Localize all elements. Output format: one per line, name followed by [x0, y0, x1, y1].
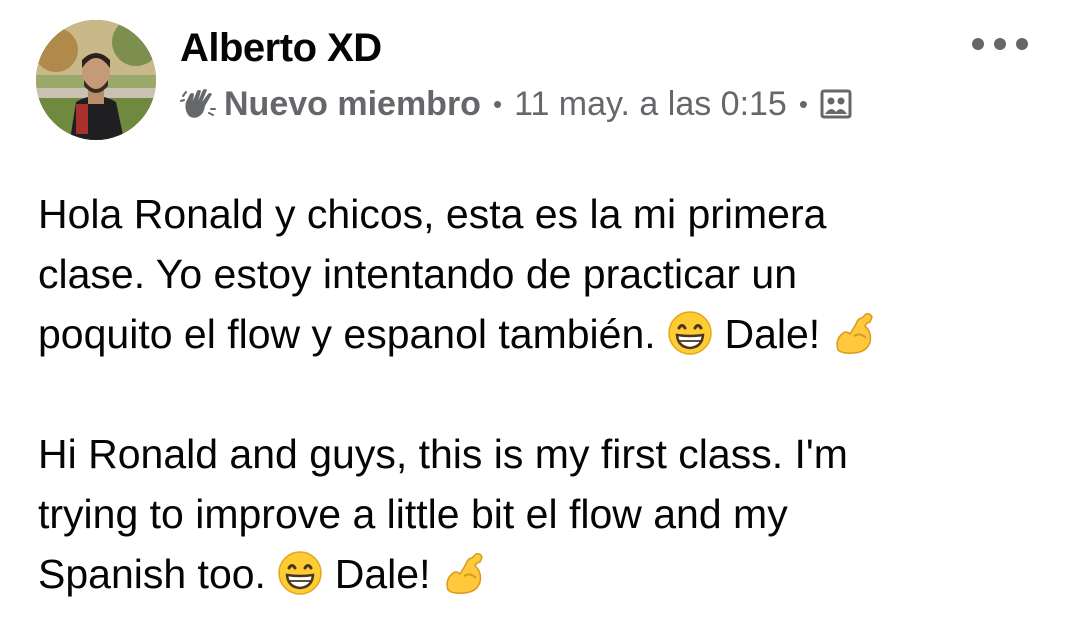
- post-timestamp[interactable]: 11 may. a las 0:15: [514, 85, 787, 124]
- avatar-photo: [36, 20, 156, 140]
- post-body: Hola Ronald y chicos, esta es la mi prim…: [38, 184, 1048, 604]
- meta-separator: •: [798, 88, 808, 119]
- post-line-text: Dale!: [334, 551, 431, 597]
- member-badge[interactable]: Nuevo miembro: [224, 85, 481, 124]
- post-line-text: Spanish too.: [38, 551, 266, 597]
- flexed-biceps-emoji: [442, 550, 488, 596]
- grinning-face-emoji: [277, 550, 323, 596]
- post-line: poquito el flow y espanol también. Dale!: [38, 304, 1048, 364]
- post-line-text: poquito el flow y espanol también.: [38, 311, 656, 357]
- author-name[interactable]: Alberto XD: [180, 24, 382, 72]
- post-line: Hi Ronald and guys, this is my first cla…: [38, 431, 848, 477]
- post-line: Hola Ronald y chicos, esta es la mi prim…: [38, 191, 827, 237]
- more-options-button[interactable]: [972, 30, 1028, 58]
- author-avatar[interactable]: [36, 20, 156, 140]
- meta-separator: •: [492, 88, 503, 119]
- waving-hand-icon: [180, 86, 216, 122]
- post-paragraph-spanish: Hola Ronald y chicos, esta es la mi prim…: [38, 184, 1048, 364]
- flexed-biceps-emoji: [832, 310, 878, 356]
- post-meta: Nuevo miembro • 11 may. a las 0:15 •: [180, 82, 852, 126]
- post-line: trying to improve a little bit el flow a…: [38, 491, 788, 537]
- more-options-icon: [972, 38, 984, 50]
- more-options-icon: [994, 38, 1006, 50]
- group-audience-icon: [820, 88, 852, 120]
- post-line: clase. Yo estoy intentando de practicar …: [38, 251, 798, 297]
- post-card: Alberto XD Nuevo miembro • 11 may. a las…: [0, 0, 1080, 631]
- post-line-text: Dale!: [724, 311, 821, 357]
- grinning-face-emoji: [667, 310, 713, 356]
- more-options-icon: [1016, 38, 1028, 50]
- post-paragraph-english: Hi Ronald and guys, this is my first cla…: [38, 424, 1048, 604]
- post-line: Spanish too. Dale!: [38, 544, 1048, 604]
